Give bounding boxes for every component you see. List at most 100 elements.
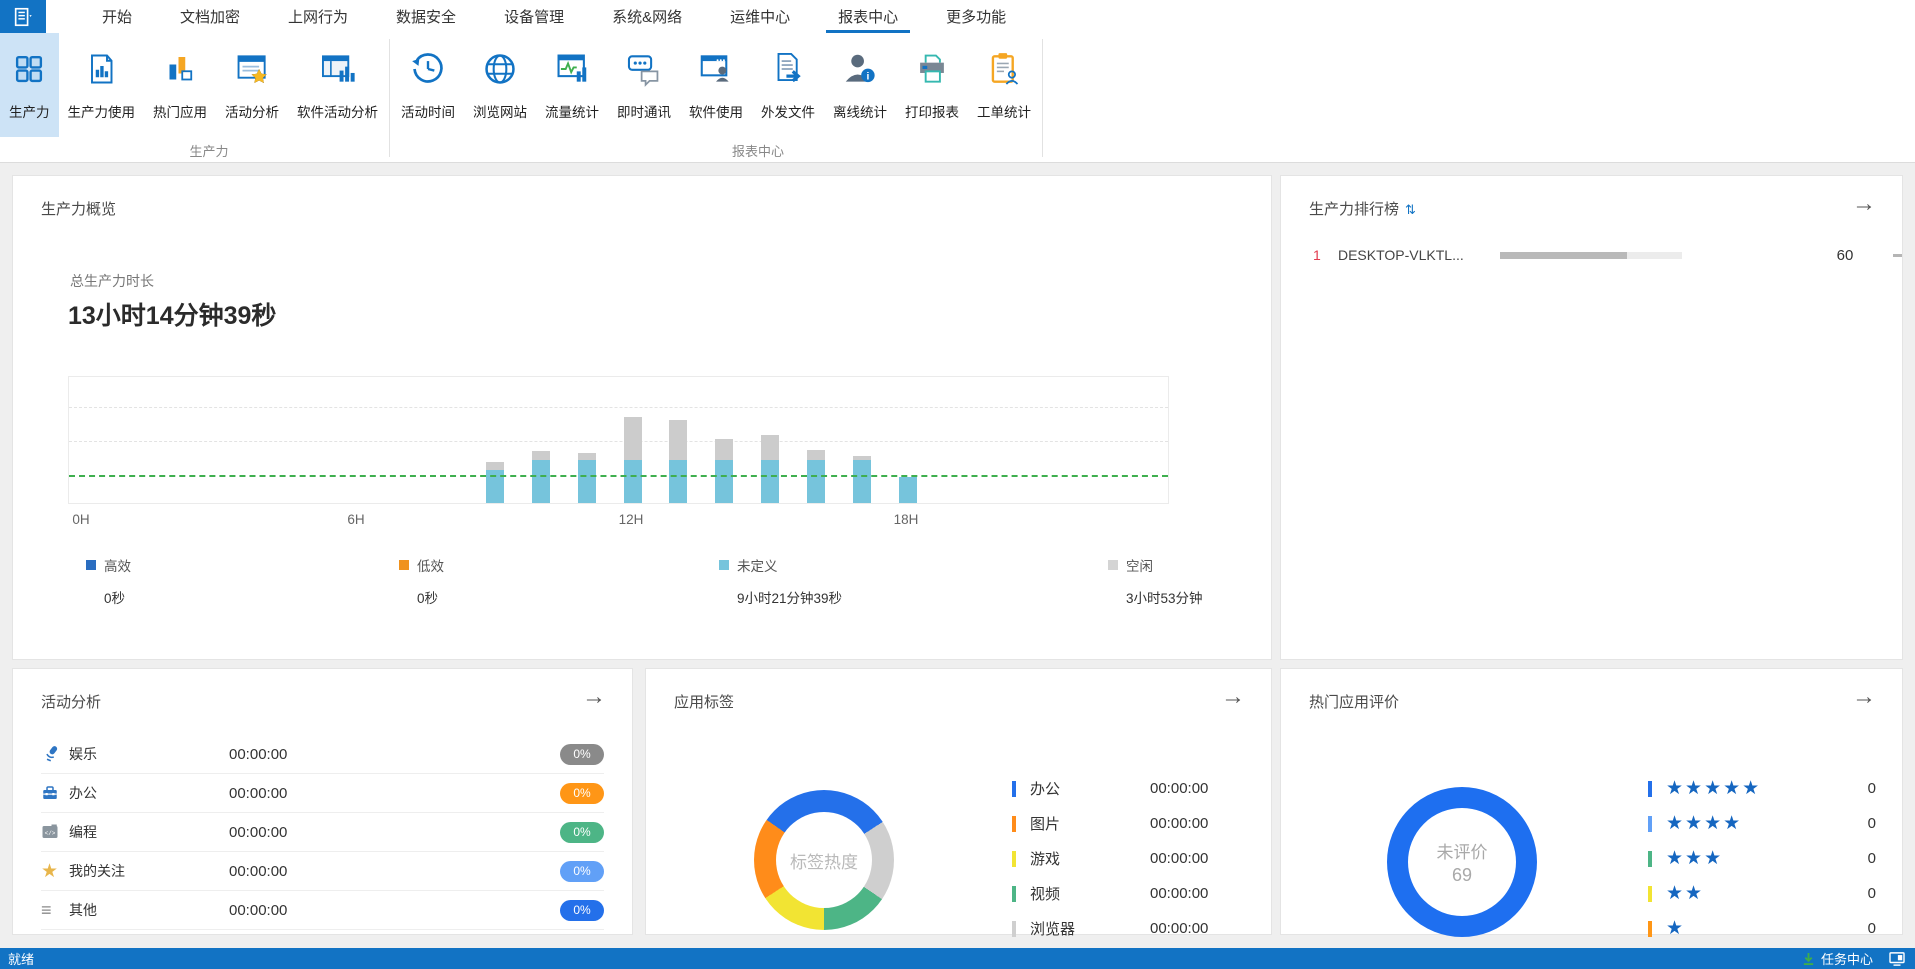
task-center-button[interactable]: 任务中心 bbox=[1821, 949, 1873, 968]
ring-center-label: 未评价 bbox=[1437, 838, 1488, 863]
total-productivity-label: 总生产力时长 bbox=[70, 271, 154, 291]
panel-title: 生产力排行榜⇅ bbox=[1309, 198, 1416, 219]
stacked-bar bbox=[761, 435, 779, 503]
activity-list: 娱乐 00:00:00 0% 办公 00:00:00 0% </> 编程 00:… bbox=[41, 735, 604, 930]
star-icon: ★ bbox=[41, 862, 63, 880]
stacked-bar bbox=[578, 453, 596, 503]
score-value: 60 bbox=[1767, 247, 1853, 264]
rating-row-2-stars: ★★ 0 bbox=[1648, 876, 1876, 911]
bar-series bbox=[69, 377, 1168, 503]
legend-marker bbox=[1648, 886, 1652, 902]
ring-center-value: 69 bbox=[1452, 865, 1472, 886]
computer-name: DESKTOP-VLKTL... bbox=[1338, 247, 1492, 263]
open-activity-arrow-icon[interactable]: → bbox=[582, 683, 606, 711]
legend-item-inefficient: 低效 0秒 bbox=[399, 555, 444, 607]
tab-system-network[interactable]: 系统&网络 bbox=[588, 0, 706, 33]
x-axis-labels: 0H 6H 12H 18H bbox=[68, 512, 1169, 530]
percent-badge: 0% bbox=[560, 744, 604, 765]
stacked-bar bbox=[624, 417, 642, 503]
status-bar: 就绪 任务中心 bbox=[0, 948, 1915, 969]
ribbon-item-browse-web[interactable]: 浏览网站 bbox=[464, 33, 536, 137]
stacked-bar bbox=[853, 456, 871, 503]
tab-report-center[interactable]: 报表中心 bbox=[814, 0, 922, 33]
ribbon-item-instant-messaging[interactable]: 即时通讯 bbox=[608, 33, 680, 137]
ribbon-item-outgoing-files[interactable]: 外发文件 bbox=[752, 33, 824, 137]
open-rating-arrow-icon[interactable]: → bbox=[1852, 683, 1876, 711]
document-icon bbox=[12, 6, 34, 28]
productivity-bar-chart: avg bbox=[68, 376, 1169, 504]
ribbon-item-offline-stats[interactable]: i 离线统计 bbox=[824, 33, 896, 137]
panel-app-tags: 应用标签 → 标签热度 办公 00:00:00 图片 00:00:00 游戏 0… bbox=[645, 668, 1272, 935]
svg-text:i: i bbox=[866, 71, 869, 82]
tab-more-features[interactable]: 更多功能 bbox=[922, 0, 1030, 33]
tab-data-security[interactable]: 数据安全 bbox=[372, 0, 480, 33]
user-info-icon: i bbox=[841, 43, 879, 95]
panel-productivity-ranking: 生产力排行榜⇅ → 1 DESKTOP-VLKTL... 60 bbox=[1280, 175, 1903, 660]
ribbon-group-productivity-label: 生产力 bbox=[0, 141, 418, 160]
panel-activity-analysis: 活动分析 → 娱乐 00:00:00 0% 办公 00:00:00 0% </> bbox=[12, 668, 633, 935]
chat-bubbles-icon bbox=[624, 43, 664, 95]
stars-4-icon: ★★★★ bbox=[1666, 812, 1868, 835]
rating-row-3-stars: ★★★ 0 bbox=[1648, 841, 1876, 876]
clock-history-icon bbox=[409, 43, 447, 95]
ribbon-group-report-center-label: 报表中心 bbox=[418, 141, 1098, 160]
stacked-bar bbox=[899, 477, 917, 503]
ribbon-item-software-usage[interactable]: 软件使用 bbox=[680, 33, 752, 137]
legend-swatch bbox=[86, 560, 96, 570]
stars-2-icon: ★★ bbox=[1666, 882, 1868, 905]
rating-row-4-stars: ★★★★ 0 bbox=[1648, 806, 1876, 841]
activity-row-entertainment[interactable]: 娱乐 00:00:00 0% bbox=[41, 735, 604, 774]
status-text: 就绪 bbox=[8, 949, 34, 968]
percent-badge: 0% bbox=[560, 900, 604, 921]
microphone-icon bbox=[41, 745, 63, 763]
stacked-bar bbox=[486, 462, 504, 503]
tag-legend-row-pictures: 图片 00:00:00 bbox=[1012, 806, 1230, 841]
tab-doc-encryption[interactable]: 文档加密 bbox=[156, 0, 264, 33]
stacked-bar bbox=[669, 420, 687, 503]
ribbon-item-activity-analysis[interactable]: 活动分析 bbox=[216, 33, 288, 137]
open-tags-arrow-icon[interactable]: → bbox=[1221, 683, 1245, 711]
sort-icon[interactable]: ⇅ bbox=[1405, 202, 1416, 217]
menu-tabs: 开始 文档加密 上网行为 数据安全 设备管理 系统&网络 运维中心 报表中心 更… bbox=[78, 0, 1030, 33]
legend-marker bbox=[1012, 886, 1016, 902]
clipboard-user-icon bbox=[985, 43, 1023, 95]
x-tick: 6H bbox=[347, 512, 364, 527]
ribbon-item-productivity[interactable]: 生产力 bbox=[0, 33, 59, 137]
ranking-row[interactable]: 1 DESKTOP-VLKTL... 60 bbox=[1281, 238, 1902, 272]
tag-legend-row-office: 办公 00:00:00 bbox=[1012, 771, 1230, 806]
ribbon-item-productivity-usage[interactable]: 生产力使用 bbox=[59, 33, 145, 137]
tab-ops-center[interactable]: 运维中心 bbox=[706, 0, 814, 33]
app-menu-button[interactable] bbox=[0, 0, 46, 33]
tab-web-behavior[interactable]: 上网行为 bbox=[264, 0, 372, 33]
ribbon-item-traffic-stats[interactable]: 流量统计 bbox=[536, 33, 608, 137]
percent-badge: 0% bbox=[560, 783, 604, 804]
total-productivity-value: 13小时14分钟39秒 bbox=[68, 296, 276, 332]
activity-row-programming[interactable]: </> 编程 00:00:00 0% bbox=[41, 813, 604, 852]
ribbon-item-print-report[interactable]: 打印报表 bbox=[896, 33, 968, 137]
ribbon-item-software-activity-analysis[interactable]: 软件活动分析 bbox=[288, 33, 387, 137]
ribbon-separator bbox=[389, 39, 390, 157]
svg-text:</>: </> bbox=[45, 830, 56, 837]
activity-row-office[interactable]: 办公 00:00:00 0% bbox=[41, 774, 604, 813]
x-tick: 0H bbox=[72, 512, 89, 527]
code-icon: </> bbox=[41, 823, 63, 841]
tab-start[interactable]: 开始 bbox=[78, 0, 156, 33]
x-tick: 12H bbox=[619, 512, 644, 527]
activity-row-other[interactable]: ≡ 其他 00:00:00 0% bbox=[41, 891, 604, 930]
stars-5-icon: ★★★★★ bbox=[1666, 777, 1868, 800]
open-ranking-arrow-icon[interactable]: → bbox=[1852, 190, 1876, 218]
tab-device-management[interactable]: 设备管理 bbox=[480, 0, 588, 33]
ribbon-item-activity-time[interactable]: 活动时间 bbox=[392, 33, 464, 137]
panel-title: 生产力概览 bbox=[41, 198, 116, 219]
score-progress-bar bbox=[1500, 252, 1682, 259]
legend-marker bbox=[1012, 816, 1016, 832]
list-icon: ≡ bbox=[41, 901, 63, 919]
ribbon-separator bbox=[1042, 39, 1043, 157]
file-export-icon bbox=[769, 43, 807, 95]
task-monitor-icon[interactable] bbox=[1889, 952, 1905, 966]
legend-marker bbox=[1012, 781, 1016, 797]
ribbon-item-hot-apps[interactable]: 热门应用 bbox=[144, 33, 216, 137]
activity-row-my-focus[interactable]: ★ 我的关注 00:00:00 0% bbox=[41, 852, 604, 891]
productivity-grid-icon bbox=[10, 43, 48, 95]
ribbon-item-work-order-stats[interactable]: 工单统计 bbox=[968, 33, 1040, 137]
